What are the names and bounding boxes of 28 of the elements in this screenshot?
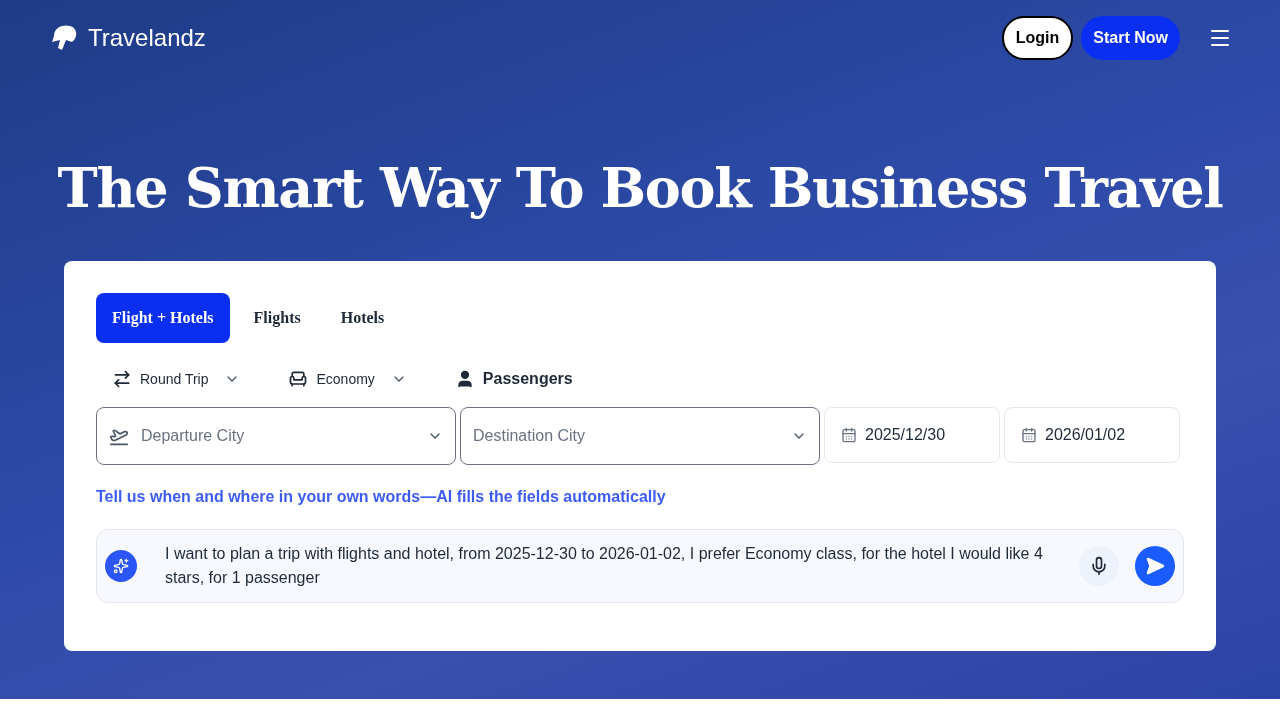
prompt-field[interactable]: I want to plan a trip with flights and hotel, from 2025-12-30 to 2026-01-02, I prefer Economy class, for the hotel I would like 4 stars, for 1 passenger (153, 542, 1063, 590)
search-tab[interactable]: Flights (237, 293, 317, 343)
option-dropdown[interactable]: Round Trip (96, 365, 257, 393)
city-select[interactable]: Destination City (460, 407, 820, 465)
date-field[interactable]: 2025/12/30 (824, 407, 1000, 463)
ai-hint: Tell us when and where in your own words—AI fills the fields automatically (96, 487, 667, 507)
city-input[interactable]: Departure City (141, 424, 415, 448)
mic-button[interactable] (1079, 546, 1119, 586)
passengers-button[interactable]: Passengers (438, 363, 589, 395)
login-button[interactable]: Login (1001, 16, 1074, 60)
logo-text: Travelandz (88, 23, 206, 53)
city-input[interactable]: Destination City (473, 424, 779, 448)
prompt-box[interactable]: I want to plan a trip with flights and hotel, from 2025-12-30 to 2026-01-02, I prefer Economy class, for the hotel I would like 4 stars, for 1 passenger (96, 529, 1184, 603)
search-tab[interactable]: Hotels (324, 293, 401, 343)
seat-icon (288, 369, 309, 389)
calendar-icon (841, 427, 857, 443)
city-select[interactable]: Departure City (96, 407, 456, 465)
hero-title: The Smart Way To Book Business Travel (56, 155, 1224, 222)
date-field[interactable]: 2026/01/02 (1004, 407, 1180, 463)
start-button[interactable]: Start Now (1081, 16, 1180, 60)
arrows-icon (112, 369, 132, 389)
sparkle-icon (105, 550, 137, 582)
calendar-icon (1021, 427, 1037, 443)
mic-icon (1089, 556, 1109, 576)
send-button[interactable] (1135, 546, 1175, 586)
option-dropdown[interactable]: Economy (272, 365, 423, 393)
send-icon (1145, 556, 1165, 576)
search-tab[interactable]: Flight + Hotels (96, 293, 230, 343)
